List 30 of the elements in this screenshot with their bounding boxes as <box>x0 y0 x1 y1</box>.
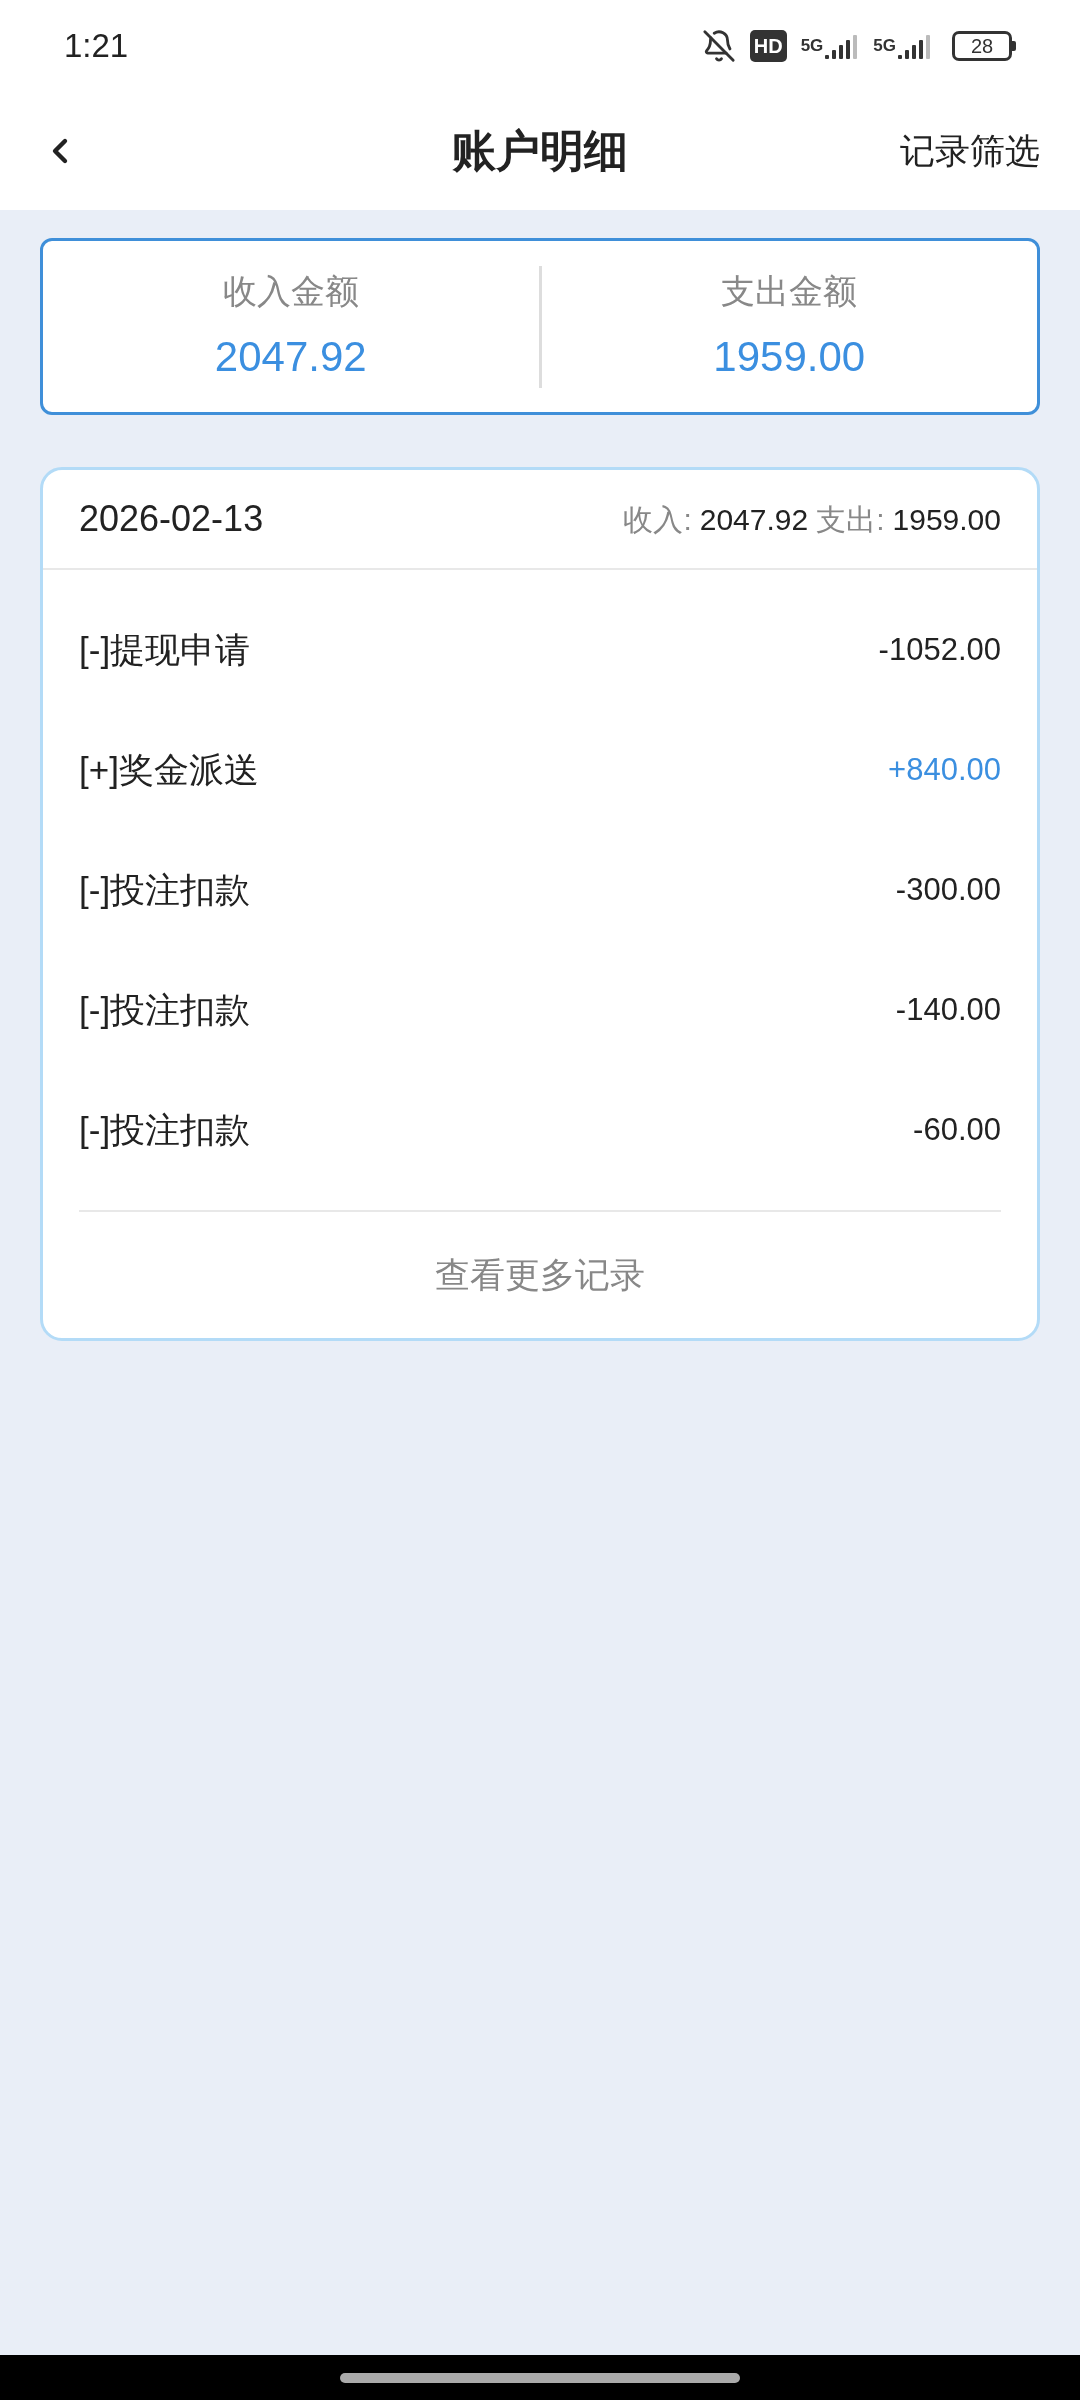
page-title: 账户明细 <box>452 125 628 177</box>
record-title: [-]投注扣款 <box>79 868 251 911</box>
income-label: 收入: <box>623 501 692 538</box>
summary-label: 收入金额 <box>222 270 359 312</box>
record-amount: +840.00 <box>888 750 1001 789</box>
summary-value: 1959.00 <box>713 331 866 382</box>
signal-icon <box>898 33 932 59</box>
network-label: 5G <box>800 35 824 57</box>
record-amount: -140.00 <box>895 990 1001 1029</box>
network-label: 5G <box>873 35 896 57</box>
record-title: [+]奖金派送 <box>79 748 259 791</box>
record-title: [-]投注扣款 <box>79 988 251 1031</box>
signal-icon <box>825 33 860 59</box>
expense-label: 支出: <box>816 501 885 538</box>
income-total: 2047.92 <box>699 501 809 538</box>
record-amount: -60.00 <box>913 1110 1001 1149</box>
view-more-link[interactable]: 查看更多记录 <box>43 1212 1037 1338</box>
mute-icon <box>701 29 736 63</box>
filter-button[interactable]: 记录筛选 <box>900 124 1040 178</box>
record-amount: -1052.00 <box>878 630 1001 669</box>
record-amount: -300.00 <box>895 870 1001 909</box>
home-indicator[interactable] <box>340 2372 740 2383</box>
record-date: 2026-02-13 <box>79 497 264 541</box>
expense-total: 1959.00 <box>892 501 1001 538</box>
record-title: [-]投注扣款 <box>79 1108 251 1151</box>
record-title: [-]提现申请 <box>79 628 251 671</box>
status-time: 1:21 <box>64 26 129 67</box>
summary-label: 支出金额 <box>721 270 858 312</box>
hd-badge: HD <box>749 30 787 62</box>
summary-value: 2047.92 <box>214 331 367 382</box>
